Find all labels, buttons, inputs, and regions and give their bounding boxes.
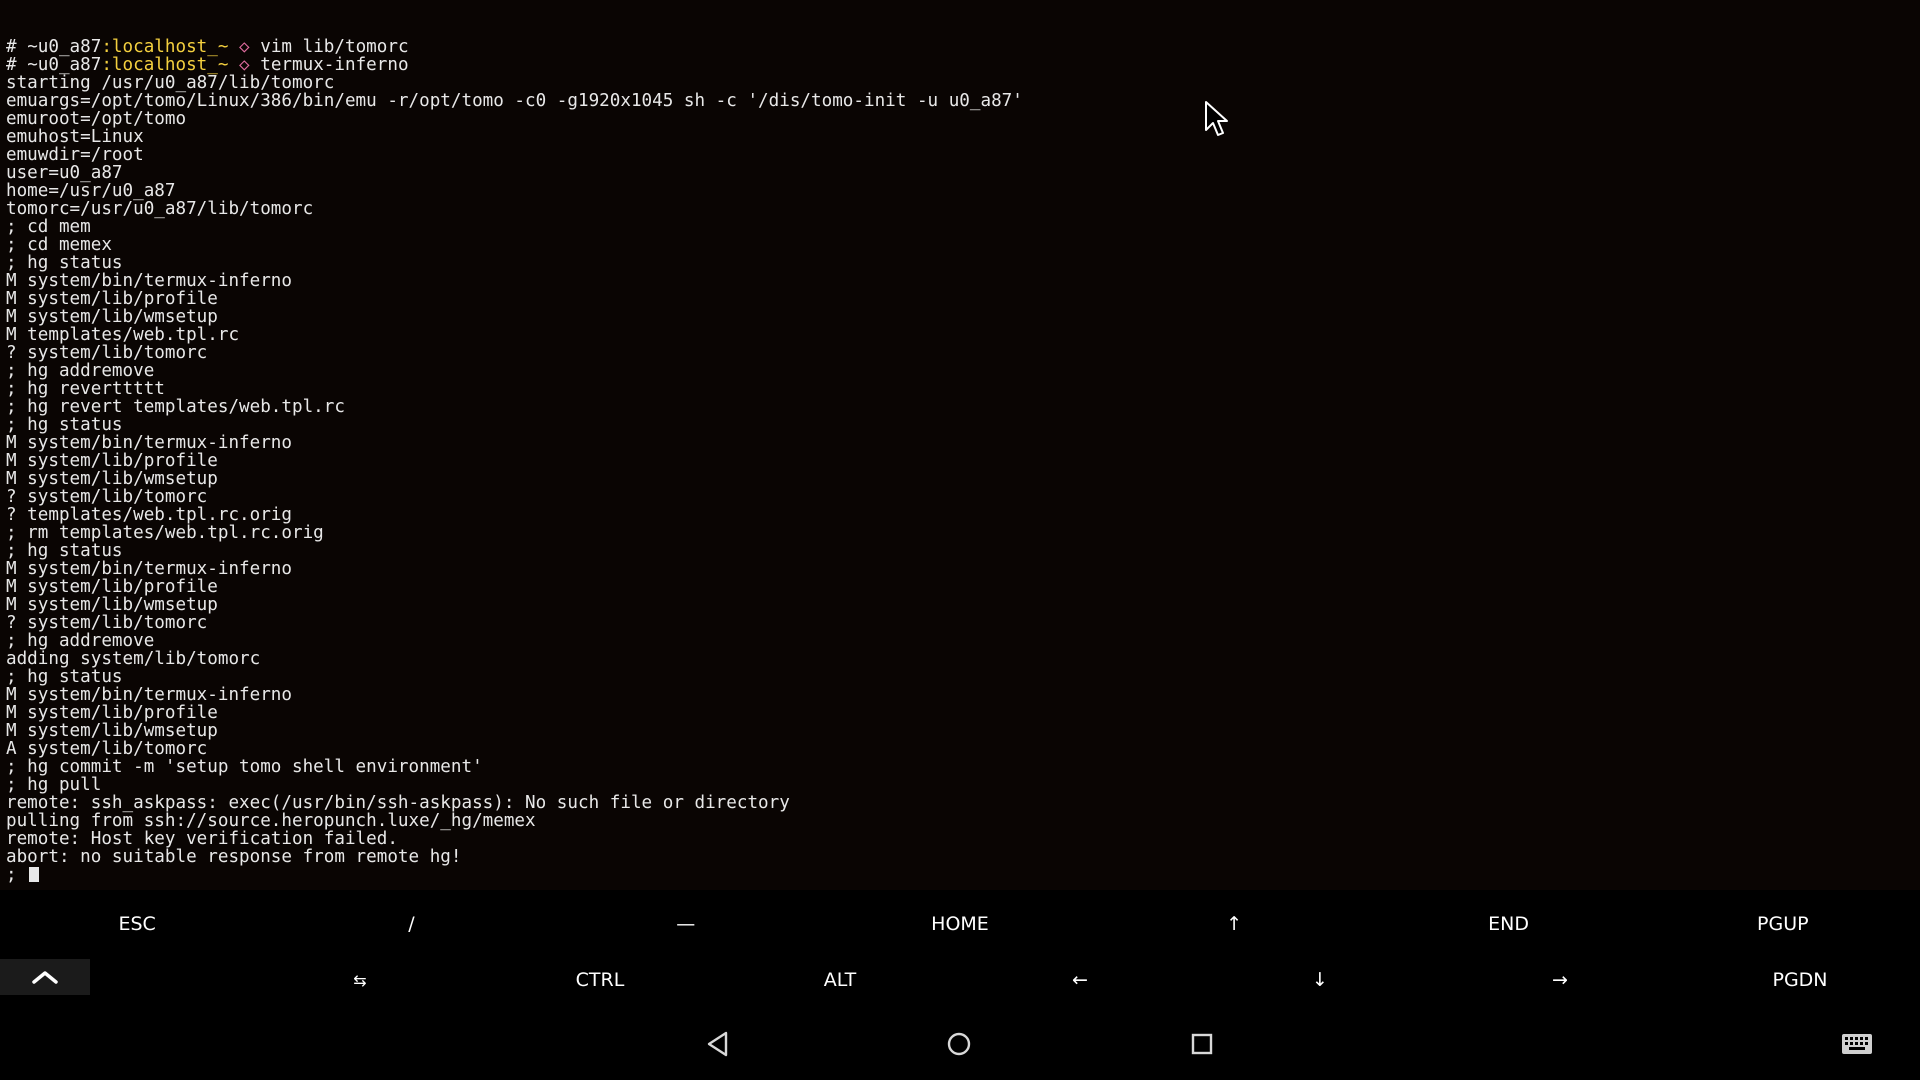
output-lines: starting /usr/u0_a87/lib/tomorc emuargs=/…: [6, 74, 1906, 866]
keyboard-icon: [1842, 1034, 1872, 1054]
terminal-line: M system/lib/profile: [6, 451, 218, 471]
terminal-line: M system/lib/wmsetup: [6, 307, 218, 327]
recents-square-icon: [1191, 1033, 1213, 1055]
text-cursor: [29, 867, 40, 882]
prompt-command: vim lib/tomorc: [260, 37, 409, 57]
terminal-line: ; hg status: [6, 667, 123, 687]
key-end[interactable]: END: [1371, 896, 1645, 952]
prompt-separator: ◇: [228, 37, 261, 57]
terminal-line: M system/lib/profile: [6, 703, 218, 723]
key-dash[interactable]: —: [549, 896, 823, 952]
terminal-line: ; hg revert templates/web.tpl.rc: [6, 397, 345, 417]
nav-recents-button[interactable]: [1180, 1022, 1224, 1066]
prompt-separator: ◇: [228, 55, 261, 75]
terminal-line: remote: ssh_askpass: exec(/usr/bin/ssh-a…: [6, 793, 790, 813]
key-left[interactable]: ←: [960, 952, 1200, 1008]
terminal-line: M system/bin/termux-inferno: [6, 433, 292, 453]
terminal-line: ; hg status: [6, 415, 123, 435]
terminal-line: emuhost=Linux: [6, 127, 144, 147]
terminal-line: M system/lib/wmsetup: [6, 595, 218, 615]
prompt-user: ~u0_a87: [27, 37, 102, 57]
key-expand-cell: [0, 952, 240, 1008]
terminal-line: pulling from ssh://source.heropunch.luxe…: [6, 811, 536, 831]
prompt-user: ~u0_a87: [27, 55, 102, 75]
prompt-dir: _~: [207, 55, 229, 75]
key-home[interactable]: HOME: [823, 896, 1097, 952]
terminal-line: emuargs=/opt/tomo/Linux/386/bin/emu -r/o…: [6, 91, 1023, 111]
terminal-line: ; cd mem: [6, 217, 91, 237]
terminal-line: adding system/lib/tomorc: [6, 649, 261, 669]
key-down[interactable]: ↓: [1200, 952, 1440, 1008]
current-prompt: ;: [6, 865, 28, 885]
terminal-line: ; cd memex: [6, 235, 112, 255]
key-esc[interactable]: ESC: [0, 896, 274, 952]
extra-keys-bar: ESC / — HOME ↑ END PGUP ⇆ CTRL ALT ← ↓ →…: [0, 896, 1920, 1008]
terminal-line: remote: Host key verification failed.: [6, 829, 398, 849]
terminal-line: ; hg status: [6, 541, 123, 561]
prompt-command: termux-inferno: [260, 55, 409, 75]
nav-keyboard-button[interactable]: [1835, 1022, 1879, 1066]
prompt-host: :localhost: [101, 37, 208, 57]
back-triangle-icon: [707, 1031, 728, 1057]
prompt-line: # ~u0_a87:localhost_~ ◇ termux-inferno: [6, 56, 1906, 74]
terminal-line: ? system/lib/tomorc: [6, 487, 208, 507]
nav-back-button[interactable]: [696, 1022, 740, 1066]
prompt-dir: _~: [207, 37, 229, 57]
key-pgdn[interactable]: PGDN: [1680, 952, 1920, 1008]
home-circle-icon: [947, 1032, 971, 1056]
terminal-line: M system/bin/termux-inferno: [6, 685, 292, 705]
expand-keys-button[interactable]: [0, 959, 90, 995]
extra-keys-row-1: ESC / — HOME ↑ END PGUP: [0, 896, 1920, 952]
terminal-line: tomorc=/usr/u0_a87/lib/tomorc: [6, 199, 314, 219]
key-ctrl[interactable]: CTRL: [480, 952, 720, 1008]
termux-app: # ~u0_a87:localhost_~ ◇ vim lib/tomorc #…: [0, 0, 1920, 1080]
prompt-line: # ~u0_a87:localhost_~ ◇ vim lib/tomorc: [6, 38, 1906, 56]
terminal-line: M templates/web.tpl.rc: [6, 325, 240, 345]
terminal-line: emuroot=/opt/tomo: [6, 109, 187, 129]
terminal-line: ; hg reverttttt: [6, 379, 165, 399]
nav-home-button[interactable]: [937, 1022, 981, 1066]
prompt-hash: #: [6, 55, 28, 75]
terminal-output: # ~u0_a87:localhost_~ ◇ vim lib/tomorc #…: [6, 38, 1906, 884]
terminal-line: ; hg addremove: [6, 361, 155, 381]
prompt-hash: #: [6, 37, 28, 57]
terminal-line: ? system/lib/tomorc: [6, 343, 208, 363]
chevron-up-icon: [32, 971, 58, 984]
terminal-line: emuwdir=/root: [6, 145, 144, 165]
key-right[interactable]: →: [1440, 952, 1680, 1008]
terminal-line: ; hg addremove: [6, 631, 155, 651]
terminal-line: M system/bin/termux-inferno: [6, 271, 292, 291]
terminal-line: ? system/lib/tomorc: [6, 613, 208, 633]
key-pgup[interactable]: PGUP: [1646, 896, 1920, 952]
tab-arrows-icon: ⇆: [353, 970, 367, 990]
current-prompt-line[interactable]: ;: [6, 866, 1906, 884]
terminal-line: starting /usr/u0_a87/lib/tomorc: [6, 73, 335, 93]
terminal-line: ; hg pull: [6, 775, 102, 795]
terminal-line: M system/lib/profile: [6, 577, 218, 597]
terminal-line: A system/lib/tomorc: [6, 739, 208, 759]
terminal-line: ; hg commit -m 'setup tomo shell environ…: [6, 757, 483, 777]
extra-keys-row-2: ⇆ CTRL ALT ← ↓ → PGDN: [0, 952, 1920, 1008]
mouse-pointer-icon: [1205, 101, 1228, 136]
terminal-line: M system/bin/termux-inferno: [6, 559, 292, 579]
key-alt[interactable]: ALT: [720, 952, 960, 1008]
terminal-line: ; rm templates/web.tpl.rc.orig: [6, 523, 324, 543]
terminal-line: user=u0_a87: [6, 163, 123, 183]
terminal-line: M system/lib/wmsetup: [6, 721, 218, 741]
terminal-line: abort: no suitable response from remote …: [6, 847, 462, 867]
terminal-line: M system/lib/wmsetup: [6, 469, 218, 489]
terminal-view[interactable]: # ~u0_a87:localhost_~ ◇ vim lib/tomorc #…: [0, 0, 1920, 890]
terminal-line: ; hg status: [6, 253, 123, 273]
key-up[interactable]: ↑: [1097, 896, 1371, 952]
prompt-host: :localhost: [101, 55, 208, 75]
terminal-line: home=/usr/u0_a87: [6, 181, 176, 201]
key-tab[interactable]: ⇆: [240, 952, 480, 1008]
android-nav-bar: [0, 1008, 1920, 1080]
terminal-line: ? templates/web.tpl.rc.orig: [6, 505, 292, 525]
key-slash[interactable]: /: [274, 896, 548, 952]
terminal-line: M system/lib/profile: [6, 289, 218, 309]
